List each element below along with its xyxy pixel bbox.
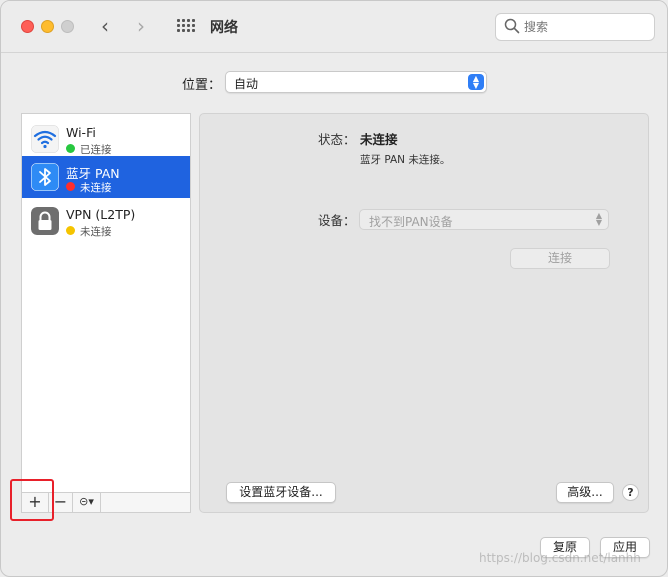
lock-icon: [31, 207, 59, 235]
location-value: 自动: [234, 77, 259, 91]
service-status: 未连接: [80, 226, 112, 238]
status-dot-red: [66, 182, 75, 191]
forward-button[interactable]: ›: [137, 15, 145, 37]
action-menu-button[interactable]: ⊝▾: [73, 493, 101, 512]
status-dot-green: [66, 144, 75, 153]
status-dot-yellow: [66, 226, 75, 235]
service-list: Wi-Fi 已连接 蓝牙 PAN 未连接 VPN (L2TP) 未连接: [21, 113, 191, 513]
setup-bluetooth-device-button[interactable]: 设置蓝牙设备...: [226, 482, 336, 503]
zoom-window-button[interactable]: [61, 20, 74, 33]
window-title: 网络: [210, 20, 238, 36]
device-label: 设备：: [318, 213, 356, 228]
chevron-right-icon: ›: [137, 14, 145, 38]
chevron-left-icon: ‹: [101, 14, 109, 38]
service-status: 未连接: [80, 182, 112, 194]
close-window-button[interactable]: [21, 20, 34, 33]
search-icon: [504, 18, 520, 34]
network-preferences-window: ‹ › 网络 位置： 自动 ▲▼: [0, 0, 668, 577]
service-item-vpn[interactable]: VPN (L2TP) 未连接: [22, 200, 190, 242]
minimize-window-button[interactable]: [41, 20, 54, 33]
updown-arrows-icon: ▲ ▼: [468, 74, 484, 90]
service-status: 已连接: [80, 144, 112, 156]
status-label: 状态：: [318, 132, 356, 147]
add-button-highlight-box: [10, 479, 54, 521]
advanced-button[interactable]: 高级...: [556, 482, 614, 503]
watermark-text: https://blog.csdn.net/lanhh: [479, 551, 641, 565]
search-input[interactable]: [524, 17, 648, 37]
back-button[interactable]: ‹: [101, 15, 109, 37]
location-select[interactable]: 自动 ▲ ▼: [225, 71, 487, 93]
device-value: 找不到PAN设备: [369, 215, 453, 229]
service-name: VPN (L2TP): [66, 207, 136, 222]
device-select[interactable]: 找不到PAN设备 ▲ ▼: [359, 209, 609, 230]
updown-arrows-icon: ▲ ▼: [595, 211, 602, 227]
title-bar: ‹ › 网络: [1, 1, 667, 53]
status-value: 未连接: [360, 132, 398, 147]
location-label: 位置：: [182, 78, 222, 93]
help-button[interactable]: ?: [622, 484, 639, 501]
status-description: 蓝牙 PAN 未连接。: [360, 154, 451, 166]
service-item-wifi[interactable]: Wi-Fi 已连接: [22, 118, 190, 160]
show-all-grid-icon[interactable]: [177, 19, 195, 35]
connect-button[interactable]: 连接: [510, 248, 610, 269]
service-name: Wi-Fi: [66, 125, 96, 140]
service-item-bluetooth-pan[interactable]: 蓝牙 PAN 未连接: [22, 156, 190, 198]
wifi-icon: [31, 125, 59, 153]
detail-pane: 状态： 未连接 蓝牙 PAN 未连接。 设备： 找不到PAN设备 ▲ ▼ 连接 设…: [199, 113, 649, 513]
search-field[interactable]: [495, 13, 655, 41]
bluetooth-icon: [31, 163, 59, 191]
